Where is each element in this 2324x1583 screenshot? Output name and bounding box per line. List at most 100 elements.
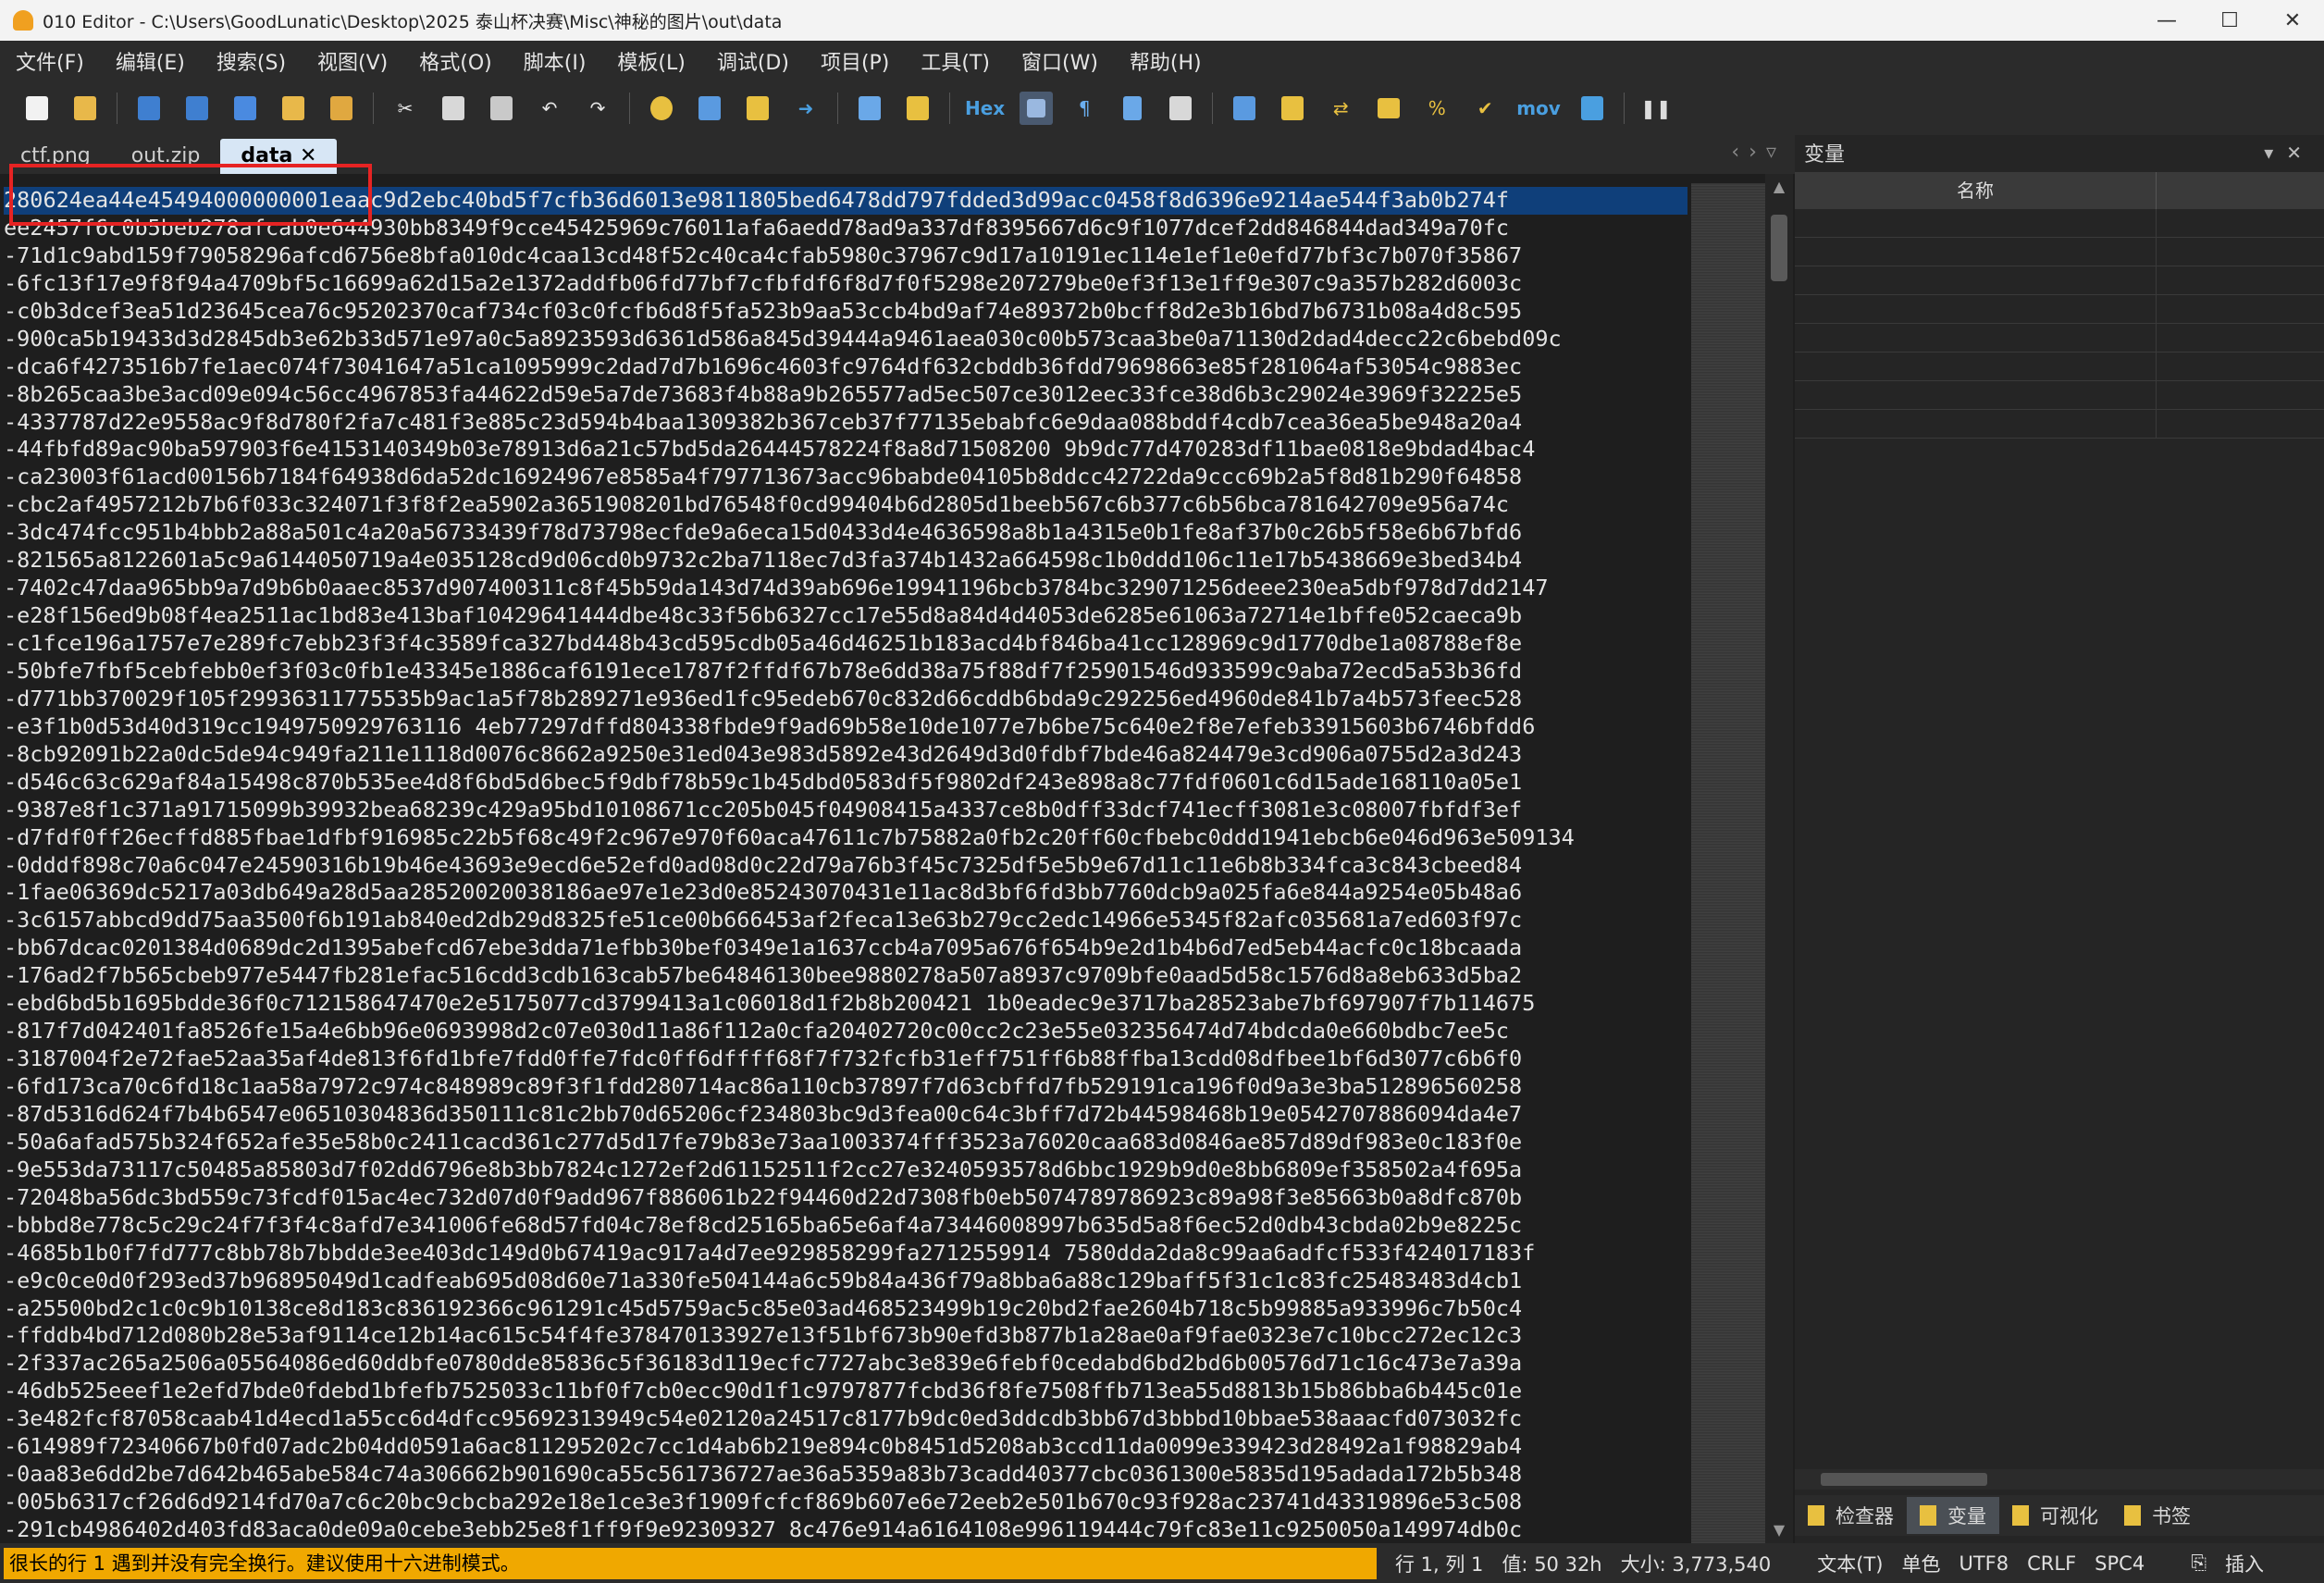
- text-line[interactable]: -7402c47daa965bb9a7d9b6b0aaec8537d907400…: [4, 575, 1687, 602]
- text-line[interactable]: -cbc2af4957212b7b6f033c324071f3f8f2ea590…: [4, 491, 1687, 519]
- scroll-thumb[interactable]: [1771, 215, 1787, 281]
- menu-script[interactable]: 脚本(I): [508, 46, 602, 76]
- paragraph-icon[interactable]: ¶: [1068, 92, 1101, 125]
- save-all-icon[interactable]: [229, 92, 262, 125]
- menu-tools[interactable]: 工具(T): [905, 46, 1006, 76]
- text-line[interactable]: -9387e8f1c371a91715099b39932bea68239c429…: [4, 797, 1687, 824]
- text-mode-icon[interactable]: [1020, 92, 1054, 125]
- text-line[interactable]: -c1fce196a1757e7e289fc7ebb23f3f4c3589fca…: [4, 630, 1687, 658]
- find-icon[interactable]: [645, 92, 678, 125]
- tab-visualize[interactable]: 可视化: [1999, 1497, 2111, 1534]
- open-folder-icon[interactable]: [68, 92, 102, 125]
- text-line[interactable]: -3c6157abbcd9dd75aa3500f6b191ab840ed2db2…: [4, 907, 1687, 934]
- text-line[interactable]: -e9c0ce0d0f293ed37b96895049d1cadfeab695d…: [4, 1268, 1687, 1295]
- text-line[interactable]: -ca23003f61acd00156b7184f64938d6da52dc16…: [4, 464, 1687, 491]
- jump-icon[interactable]: ➜: [789, 92, 822, 125]
- menu-project[interactable]: 项目(P): [805, 46, 905, 76]
- histogram-icon[interactable]: [1372, 92, 1405, 125]
- menu-window[interactable]: 窗口(W): [1006, 46, 1114, 76]
- base-convert-icon[interactable]: [1576, 92, 1609, 125]
- mov-button[interactable]: mov: [1516, 97, 1561, 119]
- text-line[interactable]: -71d1c9abd159f79058296afcd6756e8bfa010dc…: [4, 242, 1687, 270]
- text-line[interactable]: -c0b3dcef3ea51d23645cea76c95202370caf734…: [4, 298, 1687, 326]
- text-line[interactable]: -4685b1b0f7fd777c8bb78b7bbdde3ee403dc149…: [4, 1240, 1687, 1268]
- text-line[interactable]: -e3f1b0d53d40d319cc1949750929763116 4eb7…: [4, 713, 1687, 741]
- text-line[interactable]: -9e553da73117c50485a85803d7f02dd6796e8b3…: [4, 1156, 1687, 1184]
- text-editor[interactable]: 280624ea44e45494000000001eaac9d2ebc40bd5…: [0, 174, 1765, 1543]
- columns-icon[interactable]: [1116, 92, 1149, 125]
- menu-search[interactable]: 搜索(S): [201, 46, 302, 76]
- tab-scroll-arrows[interactable]: ‹›▿: [1731, 141, 1786, 164]
- editor-lines[interactable]: 280624ea44e45494000000001eaac9d2ebc40bd5…: [4, 187, 1687, 1543]
- close-button[interactable]: ✕: [2261, 9, 2324, 32]
- percent-icon[interactable]: %: [1420, 92, 1453, 125]
- menu-edit[interactable]: 编辑(E): [100, 46, 201, 76]
- maximize-button[interactable]: ☐: [2198, 9, 2261, 32]
- vertical-scrollbar[interactable]: ▲ ▼: [1765, 174, 1793, 1543]
- replace-icon[interactable]: [693, 92, 726, 125]
- new-file-icon[interactable]: [20, 92, 54, 125]
- text-line[interactable]: -4337787d22e9558ac9f8d780f2fa7c481f3e885…: [4, 409, 1687, 437]
- menu-debug[interactable]: 调试(D): [701, 46, 805, 76]
- panel-controls[interactable]: ▾✕: [2264, 142, 2315, 164]
- text-line[interactable]: -8b265caa3be3acd09e094c56cc4967853fa4462…: [4, 381, 1687, 409]
- status-tab[interactable]: SPC4: [2095, 1552, 2145, 1575]
- tab-variables[interactable]: 变量: [1907, 1497, 1999, 1534]
- status-insert[interactable]: 插入: [2225, 1550, 2264, 1577]
- text-line[interactable]: -176ad2f7b565cbeb977e5447fb281efac516cdd…: [4, 962, 1687, 990]
- text-line[interactable]: -614989f72340667b0fd07adc2b04dd0591a6ac8…: [4, 1433, 1687, 1461]
- text-line[interactable]: -8cb92091b22a0dc5de94c949fa211e1118d0076…: [4, 741, 1687, 769]
- undo-icon[interactable]: ↶: [533, 92, 566, 125]
- text-line[interactable]: -87d5316d624f7b4b6547e06510304836d350111…: [4, 1101, 1687, 1129]
- clipboard-icon[interactable]: ⎘: [2191, 1552, 2207, 1575]
- text-line[interactable]: -2f337ac265a2506a05564086ed60ddbfe0780dd…: [4, 1350, 1687, 1378]
- highlight-icon[interactable]: [1164, 92, 1197, 125]
- text-line[interactable]: -6fc13f17e9f8f94a4709bf5c16699a62d15a2e1…: [4, 270, 1687, 298]
- status-mode[interactable]: 文本(T): [1817, 1550, 1883, 1577]
- text-line[interactable]: -e28f156ed9b08f4ea2511ac1bd83e413baf1042…: [4, 602, 1687, 630]
- hex-mode-button[interactable]: Hex: [965, 97, 1005, 119]
- text-line[interactable]: -d7fdf0ff26ecffd885fbae1dfbf916985c22b5f…: [4, 824, 1687, 852]
- text-line[interactable]: -005b6317cf26d6d9214fd70a7c6c20bc9cbcba2…: [4, 1489, 1687, 1516]
- script-icon[interactable]: [853, 92, 886, 125]
- pause-icon[interactable]: ❚❚: [1639, 92, 1673, 125]
- text-line[interactable]: -1fae06369dc5217a03db649a28d5aa285200200…: [4, 879, 1687, 907]
- text-line[interactable]: -0aa83e6dd2be7d642b465abe584c74a306662b9…: [4, 1461, 1687, 1489]
- open-dir-icon[interactable]: [277, 92, 310, 125]
- text-line[interactable]: -ffddb4bd712d080b28e53af9114ce12b14ac615…: [4, 1322, 1687, 1350]
- panel-horizontal-scrollbar[interactable]: [1795, 1469, 2324, 1490]
- save-icon[interactable]: [132, 92, 166, 125]
- text-line[interactable]: -d771bb370029f105f29936311775535b9ac1a5f…: [4, 686, 1687, 713]
- minimize-button[interactable]: —: [2135, 9, 2198, 32]
- save-as-icon[interactable]: [180, 92, 214, 125]
- template-icon[interactable]: [901, 92, 934, 125]
- status-position[interactable]: 行 1, 列 1: [1395, 1550, 1483, 1577]
- column-name-header[interactable]: 名称: [1795, 172, 2157, 209]
- text-line[interactable]: -a25500bd2c1c0c9b10138ce8d183c836192366c…: [4, 1295, 1687, 1323]
- text-line[interactable]: -0dddf898c70a6c047e24590316b19b46e43693e…: [4, 852, 1687, 880]
- text-line[interactable]: -3187004f2e72fae52aa35af4de813f6fd1bfe7f…: [4, 1045, 1687, 1073]
- text-line[interactable]: -900ca5b19433d3d2845db3e62b33d571e97a0c5…: [4, 326, 1687, 353]
- scroll-down-icon[interactable]: ▼: [1765, 1517, 1793, 1543]
- menu-file[interactable]: 文件(F): [0, 46, 100, 76]
- text-line[interactable]: -6fd173ca70c6fd18c1aa58a7972c974c848989c…: [4, 1073, 1687, 1101]
- text-line[interactable]: -3dc474fcc951b4bbb2a88a501c4a20a56733439…: [4, 519, 1687, 547]
- paste-icon[interactable]: [485, 92, 518, 125]
- text-line[interactable]: -50bfe7fbf5cebfebb0ef3f03c0fb1e43345e188…: [4, 658, 1687, 686]
- menu-format[interactable]: 格式(O): [403, 46, 507, 76]
- text-line[interactable]: -50a6afad575b324f652afe35e58b0c2411cacd3…: [4, 1129, 1687, 1156]
- text-line[interactable]: -ebd6bd5b1695bdde36f0c712158647470e2e517…: [4, 990, 1687, 1018]
- calculator-icon[interactable]: [1228, 92, 1261, 125]
- text-line[interactable]: -dca6f4273516b7fe1aec074f73041647a51ca10…: [4, 353, 1687, 381]
- workspace-icon[interactable]: [325, 92, 358, 125]
- text-line[interactable]: -44fbfd89ac90ba597903f6e4153140349b03e78…: [4, 436, 1687, 464]
- menu-help[interactable]: 帮助(H): [1114, 46, 1218, 76]
- tab-bookmarks[interactable]: 书签: [2111, 1497, 2204, 1534]
- text-line[interactable]: -46db525eeef1e2efd7bde0fdebd1bfefb752503…: [4, 1378, 1687, 1405]
- panel-scroll-thumb[interactable]: [1821, 1473, 1987, 1486]
- text-line[interactable]: -291cb4986402d403fd83aca0de09a0cebe3ebb2…: [4, 1516, 1687, 1543]
- inspector-icon[interactable]: [1276, 92, 1309, 125]
- menu-template[interactable]: 模板(L): [601, 46, 700, 76]
- menu-view[interactable]: 视图(V): [302, 46, 403, 76]
- copy-icon[interactable]: [437, 92, 470, 125]
